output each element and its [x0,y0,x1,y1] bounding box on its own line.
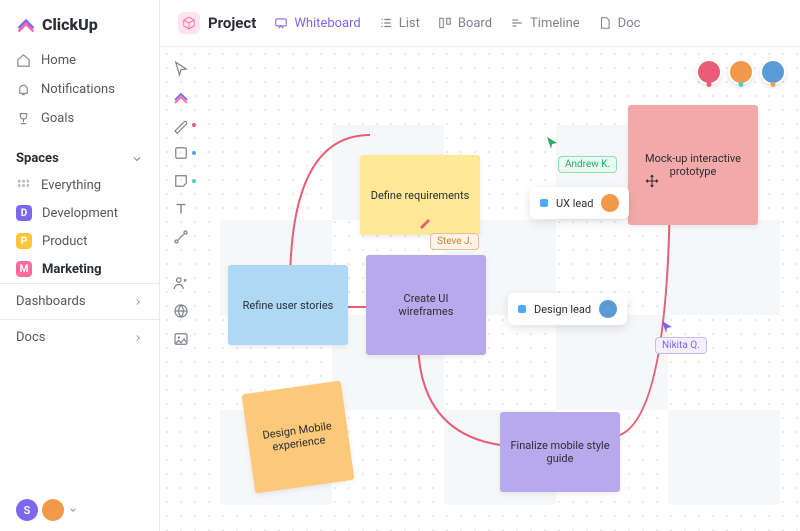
view-board-label: Board [458,16,492,31]
topbar: Project Whiteboard List Board Timeline D… [160,0,800,47]
card-ux-lead-label: UX lead [556,197,593,210]
space-product-label: Product [42,234,87,249]
tool-shape[interactable] [172,144,190,162]
chevron-right-icon [133,333,143,343]
nav-dashboards[interactable]: Dashboards [0,283,159,319]
main: Project Whiteboard List Board Timeline D… [160,0,800,531]
sticky-create-ui-wireframes[interactable]: Create UI wireframes [366,255,486,355]
tool-connector[interactable] [172,228,190,246]
space-everything-label: Everything [41,178,101,193]
collaborator-avatar-3[interactable] [760,59,786,85]
status-dot [518,305,526,313]
move-icon [644,173,660,189]
tool-image[interactable] [172,330,190,348]
project-name: Project [208,14,256,32]
clickup-logo-icon [16,14,36,34]
collaborators [696,59,786,85]
grid-icon [16,178,31,193]
nav-home[interactable]: Home [0,46,159,75]
spaces-header[interactable]: Spaces [0,141,159,172]
nav-goals-label: Goals [41,111,74,126]
nav-dashboards-label: Dashboards [16,294,86,309]
sticky-refine-user-stories[interactable]: Refine user stories [228,265,348,345]
chevron-down-icon [131,153,143,165]
board-icon [438,16,452,30]
space-letter-d: D [16,205,32,221]
user-avatar: S [16,499,38,521]
nav-goals[interactable]: Goals [0,104,159,133]
space-marketing[interactable]: M Marketing [0,255,159,283]
collaborator-avatar-2[interactable] [728,59,754,85]
view-timeline-label: Timeline [530,16,580,31]
view-whiteboard-label: Whiteboard [294,16,360,31]
tool-sticky[interactable] [172,172,190,190]
whiteboard-icon [274,16,288,30]
space-marketing-label: Marketing [42,262,102,277]
view-list[interactable]: List [379,16,420,31]
bell-icon [16,82,31,97]
list-icon [379,16,393,30]
collaborator-tag-nikita: Nikita Q. [655,337,707,354]
logo[interactable]: ClickUp [0,0,159,44]
collaborator-tag-steve: Steve J. [430,233,479,250]
tool-clickup-icon[interactable] [172,88,190,106]
view-timeline[interactable]: Timeline [510,16,580,31]
user-row[interactable]: S [0,489,159,531]
timeline-icon [510,16,524,30]
tool-pointer[interactable] [172,60,190,78]
space-development-label: Development [42,206,118,221]
view-whiteboard[interactable]: Whiteboard [274,16,360,31]
tool-people[interactable] [172,274,190,292]
nav-notifications[interactable]: Notifications [0,75,159,104]
space-letter-m: M [16,261,32,277]
primary-nav: Home Notifications Goals [0,44,159,141]
view-doc[interactable]: Doc [598,16,641,31]
card-design-lead-label: Design lead [534,303,591,316]
sticky-design-mobile[interactable]: Design Mobile experience [242,381,355,494]
collaborator-avatar-1[interactable] [696,59,722,85]
view-board[interactable]: Board [438,16,492,31]
nav-notifications-label: Notifications [41,82,115,97]
space-everything[interactable]: Everything [0,172,159,199]
collaborator-tag-andrew: Andrew K. [558,156,617,173]
collaborator-cursor-purple [660,319,674,335]
card-ux-lead[interactable]: UX lead [530,187,629,219]
chevron-down-icon [68,505,78,515]
status-dot [540,199,548,207]
whiteboard-toolbar [168,56,194,352]
pencil-icon [418,215,432,231]
space-letter-p: P [16,233,32,249]
trophy-icon [16,111,31,126]
cube-icon [178,12,200,34]
view-doc-label: Doc [618,16,641,31]
whiteboard-canvas[interactable]: Define requirements Refine user stories … [160,47,800,531]
tool-text[interactable] [172,200,190,218]
sidebar: ClickUp Home Notifications Goals Spaces … [0,0,160,531]
nav-home-label: Home [41,53,76,68]
assignee-avatar [599,300,617,318]
space-product[interactable]: P Product [0,227,159,255]
collaborator-cursor-green [545,135,559,151]
sticky-finalize-style-guide[interactable]: Finalize mobile style guide [500,412,620,492]
sticky-mockup-prototype[interactable]: Mock-up interactive prototype [628,105,758,225]
tool-pen[interactable] [172,116,190,134]
user-avatar-2 [42,499,64,521]
project-header[interactable]: Project [178,12,256,34]
nav-docs[interactable]: Docs [0,319,159,355]
nav-docs-label: Docs [16,330,45,345]
assignee-avatar [601,194,619,212]
spaces-header-label: Spaces [16,151,59,166]
brand-name: ClickUp [42,15,98,34]
home-icon [16,53,31,68]
chevron-right-icon [133,297,143,307]
doc-icon [598,16,612,30]
card-design-lead[interactable]: Design lead [508,293,627,325]
tool-web[interactable] [172,302,190,320]
space-development[interactable]: D Development [0,199,159,227]
view-list-label: List [399,16,420,31]
